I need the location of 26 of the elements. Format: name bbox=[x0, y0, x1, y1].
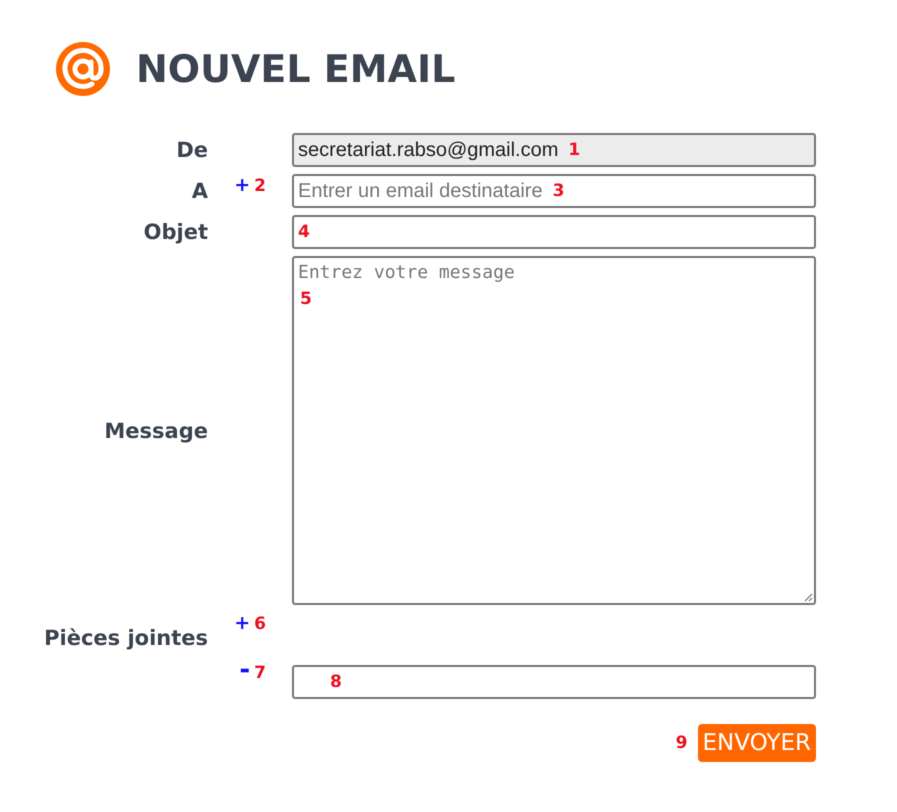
send-button[interactable]: ENVOYER bbox=[698, 724, 816, 762]
message-textarea[interactable]: Entrez votre message 5 bbox=[292, 256, 816, 605]
field-label: Message bbox=[104, 418, 208, 442]
annotation-number: 4 bbox=[298, 222, 310, 242]
remove-button[interactable]: - bbox=[239, 661, 250, 679]
annotation-number: 1 bbox=[568, 140, 580, 160]
input-field[interactable]: secretariat.rabso@gmail.com 1 bbox=[292, 133, 816, 167]
attachment-field[interactable]: 8 bbox=[292, 665, 816, 699]
input-field[interactable]: 4 bbox=[292, 215, 816, 249]
annotation-number: 9 bbox=[676, 733, 688, 753]
field-label: Objet bbox=[144, 220, 208, 244]
annotation-number: 7 bbox=[254, 663, 266, 683]
annotation-number: 2 bbox=[254, 176, 266, 196]
field-label: De bbox=[176, 138, 208, 162]
annotation-number: 6 bbox=[254, 614, 266, 634]
at-sign-icon bbox=[56, 42, 110, 96]
annotation-number: 5 bbox=[300, 289, 312, 309]
resize-grip-icon[interactable] bbox=[803, 592, 813, 602]
field-label: A bbox=[192, 179, 208, 203]
add-button[interactable]: + bbox=[234, 612, 250, 634]
input-field[interactable]: Entrer un email destinataire 3 bbox=[292, 174, 816, 208]
annotation-number: 3 bbox=[552, 181, 564, 201]
field-label: Pièces jointes bbox=[44, 626, 208, 650]
annotation-number: 8 bbox=[330, 672, 342, 692]
page-title: NOUVEL EMAIL bbox=[136, 47, 456, 91]
add-button[interactable]: + bbox=[234, 174, 250, 196]
